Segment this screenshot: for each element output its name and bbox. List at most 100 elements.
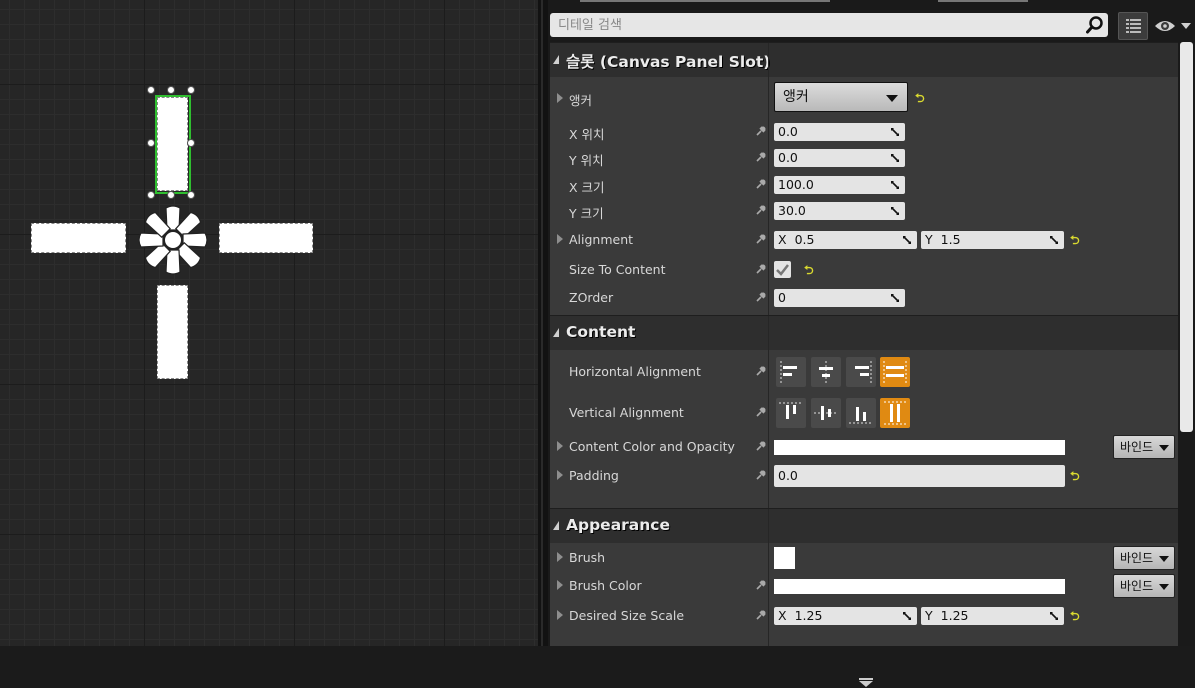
anchor-medallion-icon[interactable] xyxy=(132,200,214,280)
binding-icon[interactable] xyxy=(755,365,767,377)
size-to-content-label: Size To Content xyxy=(569,262,666,277)
pos-y-label: Y 위치 xyxy=(569,153,604,168)
size-to-content-checkbox[interactable] xyxy=(774,261,791,278)
v-align-bottom-button[interactable] xyxy=(846,398,876,428)
binding-icon[interactable] xyxy=(755,579,767,591)
desired-size-x-input[interactable]: X 1.25 xyxy=(774,607,917,625)
content-color-bind-dropdown[interactable]: 바인드 xyxy=(1113,435,1175,459)
row-padding: Padding 0.0 ⮌ xyxy=(550,464,1178,488)
chevron-down-icon xyxy=(886,95,898,102)
category-title: Appearance xyxy=(566,516,670,534)
selection-outline xyxy=(155,95,191,194)
drag-arrows-icon xyxy=(891,128,899,136)
property-matrix-button[interactable] xyxy=(1118,12,1148,40)
brush-color-swatch[interactable] xyxy=(774,579,1065,594)
v-alignment-label: Vertical Alignment xyxy=(569,405,684,420)
expand-arrow-icon[interactable] xyxy=(557,580,563,590)
row-pos-y: Y 위치 0.0 xyxy=(550,147,1178,171)
category-slot[interactable]: 슬롯 (Canvas Panel Slot) xyxy=(550,42,1178,78)
search-input[interactable] xyxy=(550,13,1080,37)
alignment-label: Alignment xyxy=(569,232,634,247)
drag-arrows-icon xyxy=(1050,236,1058,244)
reset-to-default-icon[interactable]: ⮌ xyxy=(804,261,814,282)
resize-handle[interactable] xyxy=(167,191,175,199)
binding-icon[interactable] xyxy=(755,440,767,452)
eye-icon[interactable] xyxy=(1154,17,1192,35)
checkmark-icon xyxy=(776,264,789,276)
row-size-y: Y 크기 30.0 xyxy=(550,200,1178,224)
h-align-left-button[interactable] xyxy=(776,357,806,387)
desired-size-y-input[interactable]: Y 1.25 xyxy=(921,607,1064,625)
alignment-x-input[interactable]: X 0.5 xyxy=(774,231,917,249)
brush-color-bind-dropdown[interactable]: 바인드 xyxy=(1113,574,1175,598)
binding-icon[interactable] xyxy=(755,151,767,163)
binding-icon[interactable] xyxy=(755,233,767,245)
widget-left[interactable] xyxy=(31,223,126,253)
v-align-top-button[interactable] xyxy=(776,398,806,428)
binding-icon[interactable] xyxy=(755,469,767,481)
padding-input[interactable]: 0.0 xyxy=(774,465,1065,487)
drag-arrows-icon xyxy=(903,236,911,244)
designer-canvas[interactable] xyxy=(0,0,538,646)
category-content[interactable]: Content xyxy=(550,315,1178,351)
expand-arrow-icon[interactable] xyxy=(557,552,563,562)
align-right-icon xyxy=(855,361,872,383)
panel-splitter[interactable] xyxy=(538,0,548,646)
search-box[interactable] xyxy=(550,13,1108,37)
brush-bind-dropdown[interactable]: 바인드 xyxy=(1113,546,1175,570)
resize-handle[interactable] xyxy=(167,86,175,94)
reset-to-default-icon[interactable]: ⮌ xyxy=(1070,231,1080,252)
binding-icon[interactable] xyxy=(755,609,767,621)
expand-arrow-icon[interactable] xyxy=(557,441,563,451)
binding-icon[interactable] xyxy=(755,204,767,216)
binding-icon[interactable] xyxy=(755,291,767,303)
search-icon[interactable] xyxy=(1086,16,1104,34)
resize-handle[interactable] xyxy=(147,139,155,147)
align-left-icon xyxy=(780,361,797,383)
brush-preview[interactable] xyxy=(774,547,795,569)
expand-advanced-icon[interactable] xyxy=(858,678,874,688)
collapse-arrow-icon xyxy=(553,521,559,530)
v-align-center-button[interactable] xyxy=(811,398,841,428)
size-x-input[interactable]: 100.0 xyxy=(774,176,905,194)
tab-strip xyxy=(580,0,830,2)
desired-size-scale-label: Desired Size Scale xyxy=(569,608,685,623)
pos-x-input[interactable]: 0.0 xyxy=(774,123,905,141)
expand-arrow-icon[interactable] xyxy=(557,470,563,480)
resize-handle[interactable] xyxy=(187,86,195,94)
size-y-input[interactable]: 30.0 xyxy=(774,202,905,220)
zorder-input[interactable]: 0 xyxy=(774,289,905,307)
property-list: 슬롯 (Canvas Panel Slot) 앵커 앵커 ⮌ X 위치 0.0 … xyxy=(550,42,1178,687)
drag-arrows-icon xyxy=(891,207,899,215)
row-content-color: Content Color and Opacity 바인드 xyxy=(550,435,1178,459)
resize-handle[interactable] xyxy=(147,86,155,94)
row-desired-size-scale: Desired Size Scale X 1.25 Y 1.25 ⮌ xyxy=(550,604,1178,628)
h-align-fill-button[interactable] xyxy=(880,357,910,387)
anchor-label: 앵커 xyxy=(569,93,593,108)
anchor-dropdown-value: 앵커 xyxy=(783,89,809,105)
resize-handle[interactable] xyxy=(187,191,195,199)
content-color-swatch[interactable] xyxy=(774,440,1065,455)
pos-y-input[interactable]: 0.0 xyxy=(774,149,905,167)
reset-to-default-icon[interactable]: ⮌ xyxy=(915,89,925,110)
resize-handle[interactable] xyxy=(187,139,195,147)
binding-icon[interactable] xyxy=(755,263,767,275)
binding-icon[interactable] xyxy=(755,178,767,190)
details-scrollbar[interactable] xyxy=(1180,42,1193,432)
widget-bottom[interactable] xyxy=(157,285,188,379)
expand-arrow-icon[interactable] xyxy=(557,93,563,103)
widget-right[interactable] xyxy=(219,223,313,253)
expand-arrow-icon[interactable] xyxy=(557,610,563,620)
reset-to-default-icon[interactable]: ⮌ xyxy=(1070,607,1080,628)
category-appearance[interactable]: Appearance xyxy=(550,508,1178,544)
resize-handle[interactable] xyxy=(147,191,155,199)
binding-icon[interactable] xyxy=(755,406,767,418)
anchor-dropdown[interactable]: 앵커 xyxy=(774,82,908,112)
expand-arrow-icon[interactable] xyxy=(557,234,563,244)
h-align-center-button[interactable] xyxy=(811,357,841,387)
v-align-fill-button[interactable] xyxy=(880,398,910,428)
binding-icon[interactable] xyxy=(755,125,767,137)
reset-to-default-icon[interactable]: ⮌ xyxy=(1070,467,1080,488)
h-align-right-button[interactable] xyxy=(846,357,876,387)
alignment-y-input[interactable]: Y 1.5 xyxy=(921,231,1064,249)
